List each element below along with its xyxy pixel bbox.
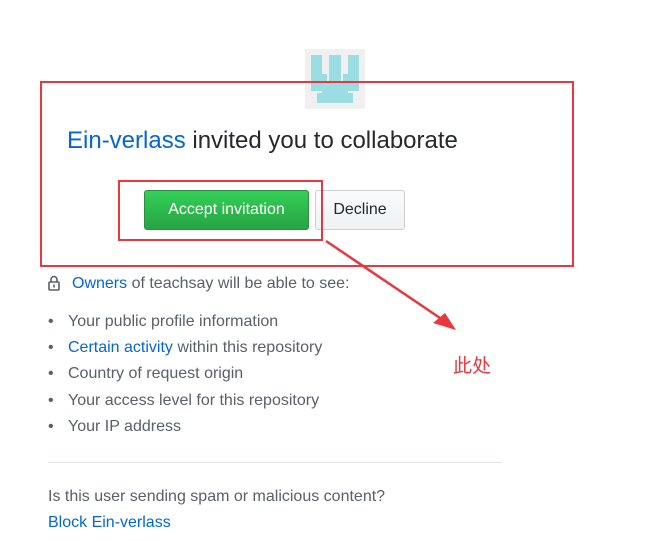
list-item: • Your IP address (48, 417, 181, 435)
accept-invitation-button[interactable]: Accept invitation (144, 190, 309, 230)
invitation-title: Ein-verlass invited you to collaborate (67, 125, 458, 157)
list-item: • Your access level for this repository (48, 391, 320, 409)
certain-activity-link[interactable]: Certain activity (68, 339, 173, 356)
permission-text: within this repository (172, 339, 323, 357)
owners-notice: Owners of teachsay will be able to see: (48, 273, 349, 298)
lock-icon (48, 275, 60, 298)
list-item: • Country of request origin (48, 365, 244, 383)
inviter-link[interactable]: Ein-verlass (67, 127, 186, 154)
divider (48, 462, 502, 463)
invitation-page: Ein-verlass invited you to collaborate A… (0, 0, 645, 541)
block-user-link[interactable]: Block Ein-verlass (48, 512, 171, 534)
list-item: • Certain activity within this repository (48, 339, 323, 357)
inviter-avatar (305, 49, 365, 109)
annotation-label: 此处 (453, 356, 492, 377)
list-item: • Your public profile information (48, 313, 279, 330)
permission-text: Your access level for this repository (68, 391, 320, 409)
permission-text: Country of request origin (68, 365, 244, 383)
invitation-title-text: invited you to collaborate (185, 127, 458, 154)
owners-notice-text: of teachsay will be able to see: (127, 275, 350, 292)
owners-link[interactable]: Owners (72, 275, 127, 292)
permission-text: Your IP address (68, 417, 181, 435)
permissions-list: • Your public profile information • Certai… (48, 310, 322, 441)
spam-question: Is this user sending spam or malicious c… (48, 488, 386, 505)
decline-button[interactable]: Decline (315, 190, 405, 230)
permission-text: Your public profile information (68, 313, 279, 330)
